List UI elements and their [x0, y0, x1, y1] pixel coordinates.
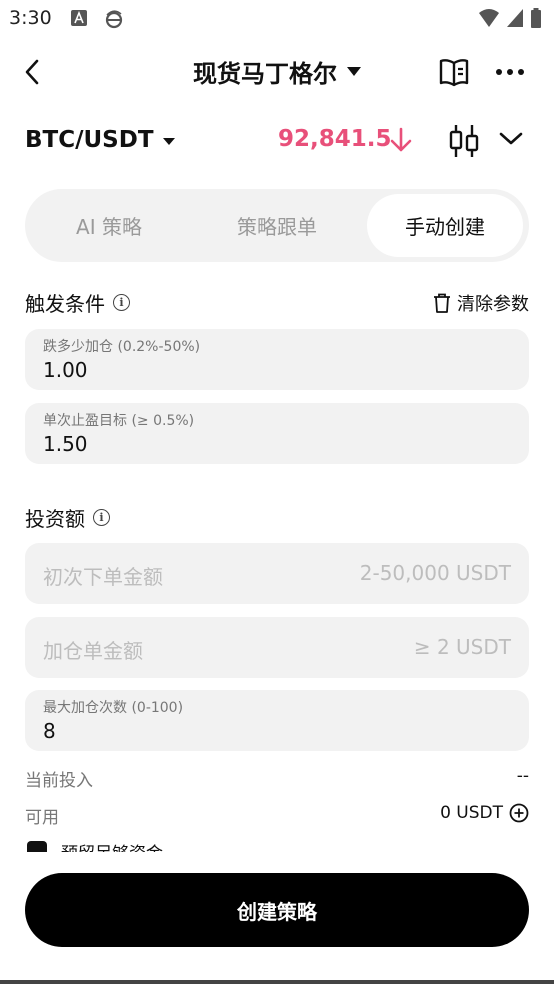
guide-button[interactable] — [436, 54, 472, 90]
available-label: 可用 — [25, 808, 59, 828]
pair-row: BTC/USDT 92,841.5 — [0, 118, 554, 164]
current-investment-row: 当前投入 -- — [25, 766, 529, 792]
caret-down-icon — [347, 67, 361, 76]
current-investment-label: 当前投入 — [25, 771, 93, 791]
book-icon — [439, 59, 469, 87]
field-value: 1.50 — [43, 432, 88, 456]
tab-manual-create[interactable]: 手动创建 — [367, 194, 523, 257]
battery-icon — [531, 8, 541, 28]
trash-icon — [434, 293, 450, 313]
drop-add-percent-field[interactable]: 跌多少加仓 (0.2%-50%) 1.00 — [25, 329, 529, 390]
page-title: 现货马丁格尔 — [193, 60, 337, 88]
take-profit-field[interactable]: 单次止盈目标 (≥ 0.5%) 1.50 — [25, 403, 529, 464]
candlestick-chart-icon[interactable] — [448, 122, 480, 164]
status-time: 3:30 — [9, 7, 52, 29]
trigger-title: 触发条件 — [25, 292, 105, 316]
info-icon[interactable]: i — [93, 509, 110, 526]
field-hint: ≥ 2 USDT — [413, 635, 511, 659]
status-indicators — [478, 8, 542, 28]
header: 现货马丁格尔 — [0, 44, 554, 100]
available-value: 0 USDT — [440, 803, 503, 823]
available-balance: 0 USDT — [440, 803, 529, 823]
investment-title: 投资额 — [25, 507, 85, 531]
chevron-down-icon[interactable] — [498, 128, 524, 152]
field-value: 1.00 — [43, 358, 88, 382]
field-label: 单次止盈目标 (≥ 0.5%) — [43, 413, 195, 429]
reserve-funds-checkbox[interactable] — [27, 841, 47, 852]
field-value: 8 — [43, 719, 56, 743]
field-label: 最大加仓次数 (0-100) — [43, 700, 184, 716]
add-order-amount-field[interactable]: 加仓单金额 ≥ 2 USDT — [25, 617, 529, 678]
wifi-icon — [479, 9, 499, 27]
reserve-funds-label: 预留足够资金 — [61, 839, 163, 852]
mode-tabs: AI 策略 策略跟单 手动创建 — [25, 189, 529, 262]
status-bar: 3:30 — [0, 0, 554, 38]
signal-icon — [507, 9, 523, 27]
info-icon[interactable]: i — [113, 294, 130, 311]
clear-params-button[interactable]: 清除参数 — [433, 290, 529, 316]
tab-ai-strategy[interactable]: AI 策略 — [30, 194, 188, 257]
field-hint: 2-50,000 USDT — [359, 561, 511, 585]
more-button[interactable] — [492, 54, 528, 90]
initial-order-amount-field[interactable]: 初次下单金额 2-50,000 USDT — [25, 543, 529, 604]
field-placeholder: 加仓单金额 — [43, 639, 143, 663]
max-add-count-field[interactable]: 最大加仓次数 (0-100) 8 — [25, 690, 529, 751]
tab-copy-strategy[interactable]: 策略跟单 — [193, 194, 361, 257]
available-row: 可用 0 USDT — [25, 803, 529, 829]
field-placeholder: 初次下单金额 — [43, 565, 163, 589]
arrow-down-icon — [389, 126, 413, 158]
trigger-section-title: 触发条件 i — [25, 288, 130, 317]
add-funds-icon[interactable] — [509, 803, 529, 823]
app-a-icon — [70, 9, 90, 29]
pair-selector[interactable]: BTC/USDT — [25, 127, 154, 153]
browser-e-icon — [104, 9, 124, 29]
clear-params-label: 清除参数 — [457, 294, 529, 315]
caret-down-icon[interactable] — [163, 138, 175, 145]
create-strategy-button[interactable]: 创建策略 — [25, 873, 529, 947]
reserve-funds-row[interactable]: 预留足够资金 — [25, 838, 325, 852]
current-investment-value: -- — [516, 766, 529, 786]
field-label: 跌多少加仓 (0.2%-50%) — [43, 339, 201, 355]
bottom-divider — [0, 980, 554, 984]
more-dots-icon — [496, 69, 524, 75]
last-price: 92,841.5 — [278, 126, 392, 152]
create-strategy-label: 创建策略 — [237, 899, 317, 924]
investment-section-title: 投资额 i — [25, 503, 110, 532]
